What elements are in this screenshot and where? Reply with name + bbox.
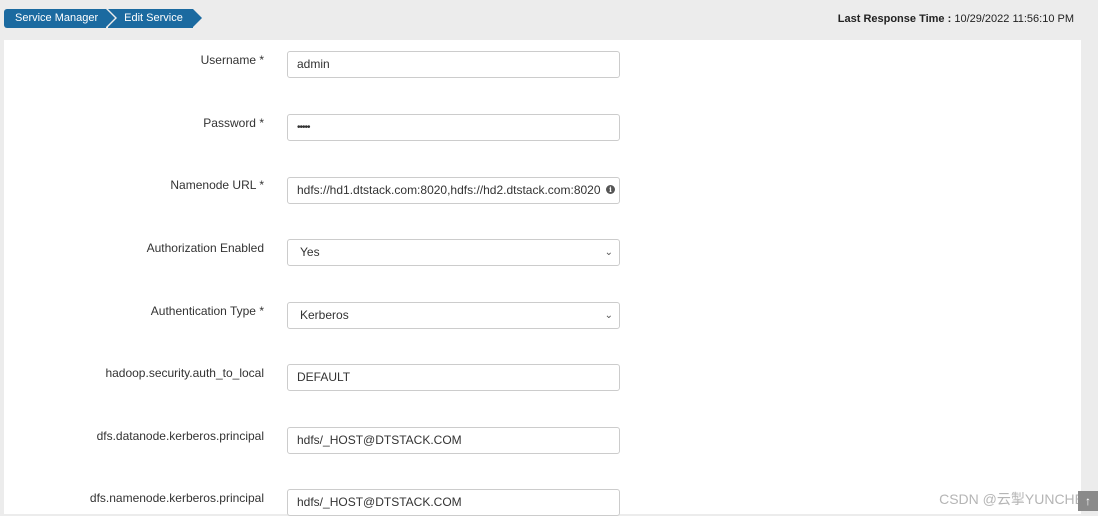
chevron-down-icon: ⌄	[604, 247, 613, 258]
auth-to-local-input[interactable]: DEFAULT	[287, 364, 620, 391]
datanode-principal-input[interactable]: hdfs/_HOST@DTSTACK.COM	[287, 427, 620, 454]
top-bar: Service Manager Edit Service Last Respon…	[0, 0, 1098, 40]
namenode-principal-input[interactable]: hdfs/_HOST@DTSTACK.COM	[287, 489, 620, 516]
breadcrumb: Service Manager Edit Service	[4, 9, 202, 28]
password-label: Password *	[203, 116, 264, 130]
chevron-down-icon: ⌄	[604, 310, 613, 321]
namenode-url-field[interactable]: hdfs://hd1.dtstack.com:8020,hdfs://hd2.d…	[287, 177, 620, 204]
breadcrumb-edit-service[interactable]: Edit Service	[108, 9, 202, 28]
authentication-type-select[interactable]: Kerberos ⌄	[287, 302, 620, 329]
password-input[interactable]: •••••	[287, 114, 620, 141]
last-response-value: 10/29/2022 11:56:10 PM	[954, 13, 1074, 25]
datanode-principal-label: dfs.datanode.kerberos.principal	[96, 429, 264, 443]
authorization-enabled-value: Yes	[300, 245, 320, 259]
last-response-time: Last Response Time : 10/29/2022 11:56:10…	[838, 13, 1074, 25]
edit-service-form: Username * admin Password * ••••• Nameno…	[4, 40, 1081, 516]
scroll-to-top-icon[interactable]: ↑	[1078, 491, 1098, 511]
authorization-enabled-label: Authorization Enabled	[146, 241, 264, 255]
namenode-principal-label: dfs.namenode.kerberos.principal	[89, 491, 264, 505]
authentication-type-value: Kerberos	[300, 308, 349, 322]
watermark: CSDN @云掣YUNCHE	[939, 491, 1084, 507]
namenode-url-label: Namenode URL *	[170, 178, 264, 192]
username-input[interactable]: admin	[287, 51, 620, 78]
authorization-enabled-select[interactable]: Yes ⌄	[287, 239, 620, 266]
breadcrumb-service-manager[interactable]: Service Manager	[4, 9, 118, 28]
namenode-url-input[interactable]: hdfs://hd1.dtstack.com:8020,hdfs://hd2.d…	[297, 183, 601, 197]
auth-to-local-label: hadoop.security.auth_to_local	[105, 366, 264, 380]
last-response-label: Last Response Time :	[837, 13, 952, 25]
username-label: Username *	[200, 53, 264, 67]
info-icon[interactable]: i	[606, 185, 615, 194]
authentication-type-label: Authentication Type *	[150, 304, 264, 318]
